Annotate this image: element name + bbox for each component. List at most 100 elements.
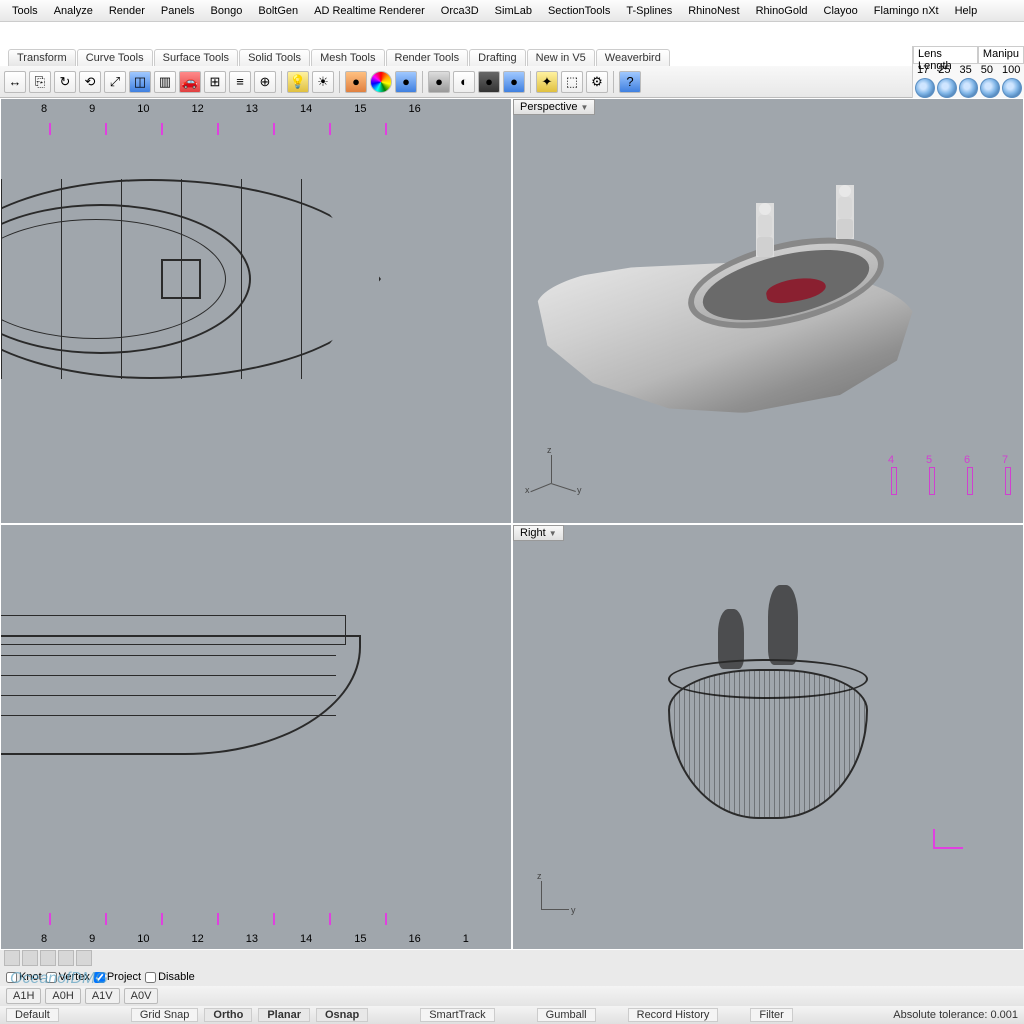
camera-icon[interactable] [980, 78, 1000, 98]
status-ortho[interactable]: Ortho [204, 1008, 252, 1022]
axis-widget: z y x [531, 455, 581, 505]
tab-solid[interactable]: Solid Tools [239, 49, 310, 66]
menu-simlab[interactable]: SimLab [487, 5, 540, 17]
tab-curve[interactable]: Curve Tools [77, 49, 153, 66]
menu-rhinonest[interactable]: RhinoNest [680, 5, 747, 17]
ruler-num: 10 [137, 103, 149, 115]
camera-icon[interactable] [1002, 78, 1022, 98]
scale2d-icon[interactable]: ◫ [129, 71, 151, 93]
viewport-perspective[interactable]: Perspective ▼ z y x [512, 98, 1024, 524]
viewport-front[interactable]: 8 9 10 12 13 14 15 16 1 [0, 524, 512, 950]
tick-mark [217, 123, 219, 135]
menu-tools[interactable]: Tools [4, 5, 46, 17]
tab-transform[interactable]: Transform [8, 49, 76, 66]
sphere-blue-icon[interactable]: ● [503, 71, 525, 93]
status-osnap[interactable]: Osnap [316, 1008, 368, 1022]
tab-rendertools[interactable]: Render Tools [386, 49, 469, 66]
rotate3d-icon[interactable]: ⟲ [79, 71, 101, 93]
ruler-num: 14 [300, 933, 312, 945]
axis-x: x [525, 485, 530, 495]
tick-mark [329, 913, 331, 925]
menu-orca3d[interactable]: Orca3D [433, 5, 487, 17]
axis-y: y [571, 905, 576, 915]
camera-icon[interactable] [937, 78, 957, 98]
render-icon[interactable]: ✦ [536, 71, 558, 93]
status-smarttrack[interactable]: SmartTrack [420, 1008, 494, 1022]
viewport-right[interactable]: Right ▼ z y [512, 524, 1024, 950]
move-icon[interactable]: ↔ [4, 71, 26, 93]
tab-weaverbird[interactable]: Weaverbird [596, 49, 670, 66]
ruler-num: 1 [463, 933, 469, 945]
sphere-gray-icon[interactable]: ● [428, 71, 450, 93]
dropdown-arrow-icon[interactable]: ▼ [549, 529, 557, 538]
render-region-icon[interactable]: ⬚ [561, 71, 583, 93]
lens-100: 100 [1002, 64, 1020, 76]
mirror-icon[interactable]: ▥ [154, 71, 176, 93]
menu-sectiontools[interactable]: SectionTools [540, 5, 618, 17]
status-default[interactable]: Default [6, 1008, 59, 1022]
tick-mark [385, 913, 387, 925]
car-icon[interactable]: 🚗 [179, 71, 201, 93]
camera-icon[interactable] [915, 78, 935, 98]
status-gridsnap[interactable]: Grid Snap [131, 1008, 199, 1022]
tab-mesh[interactable]: Mesh Tools [311, 49, 384, 66]
axis-widget: z y [531, 881, 581, 931]
tab-a0h[interactable]: A0H [45, 988, 80, 1004]
menu-render[interactable]: Render [101, 5, 153, 17]
tick-mark [217, 913, 219, 925]
lens-tab-manipulate[interactable]: Manipu [978, 46, 1024, 64]
menu-rhinogold[interactable]: RhinoGold [748, 5, 816, 17]
scale-icon[interactable]: ⤢ [104, 71, 126, 93]
status-filter[interactable]: Filter [750, 1008, 792, 1022]
status-gumball[interactable]: Gumball [537, 1008, 596, 1022]
separator [530, 71, 531, 93]
tick-mark [49, 913, 51, 925]
ruler-num: 10 [137, 933, 149, 945]
tab-a1h[interactable]: A1H [6, 988, 41, 1004]
tick-mark [273, 123, 275, 135]
sphere-dark-icon[interactable]: ● [478, 71, 500, 93]
lens-tab-length[interactable]: Lens Length [913, 46, 978, 64]
material-icon[interactable]: ● [345, 71, 367, 93]
align-icon[interactable]: ≡ [229, 71, 251, 93]
status-planar[interactable]: Planar [258, 1008, 310, 1022]
color-wheel-icon[interactable] [370, 71, 392, 93]
environment-icon[interactable]: ● [395, 71, 417, 93]
help-icon[interactable]: ? [619, 71, 641, 93]
sun-icon[interactable]: ☀ [312, 71, 334, 93]
menu-analyze[interactable]: Analyze [46, 5, 101, 17]
mark [967, 467, 973, 495]
status-record[interactable]: Record History [628, 1008, 719, 1022]
dropdown-arrow-icon[interactable]: ▼ [580, 103, 588, 112]
menu-boltgen[interactable]: BoltGen [250, 5, 306, 17]
menu-help[interactable]: Help [947, 5, 986, 17]
tab-a0v[interactable]: A0V [124, 988, 159, 1004]
light-icon[interactable]: 💡 [287, 71, 309, 93]
menu-flamingo[interactable]: Flamingo nXt [866, 5, 947, 17]
tab-a1v[interactable]: A1V [85, 988, 120, 1004]
copy-icon[interactable]: ⎘ [29, 71, 51, 93]
tab-drafting[interactable]: Drafting [469, 49, 526, 66]
check-label: Project [107, 971, 141, 983]
tab-surface[interactable]: Surface Tools [154, 49, 238, 66]
viewport-label-right[interactable]: Right ▼ [513, 525, 564, 541]
menu-bongo[interactable]: Bongo [203, 5, 251, 17]
orient-icon[interactable]: ⊕ [254, 71, 276, 93]
sphere-checker-icon[interactable]: ◐ [453, 71, 475, 93]
menu-adrealtime[interactable]: AD Realtime Renderer [306, 5, 433, 17]
boat-3d-model [526, 203, 966, 443]
camera-icon[interactable] [959, 78, 979, 98]
array-icon[interactable]: ⊞ [204, 71, 226, 93]
tab-newv5[interactable]: New in V5 [527, 49, 595, 66]
menu-panels[interactable]: Panels [153, 5, 203, 17]
rotate-icon[interactable]: ↻ [54, 71, 76, 93]
check-disable[interactable]: Disable [145, 971, 195, 983]
ruler-num: 12 [192, 933, 204, 945]
mark [929, 467, 935, 495]
viewport-label-perspective[interactable]: Perspective ▼ [513, 99, 595, 115]
menu-clayoo[interactable]: Clayoo [816, 5, 866, 17]
axis-y: y [577, 485, 582, 495]
menu-tsplines[interactable]: T-Splines [618, 5, 680, 17]
viewport-top[interactable]: 8 9 10 12 13 14 15 16 [0, 98, 512, 524]
settings-icon[interactable]: ⚙ [586, 71, 608, 93]
